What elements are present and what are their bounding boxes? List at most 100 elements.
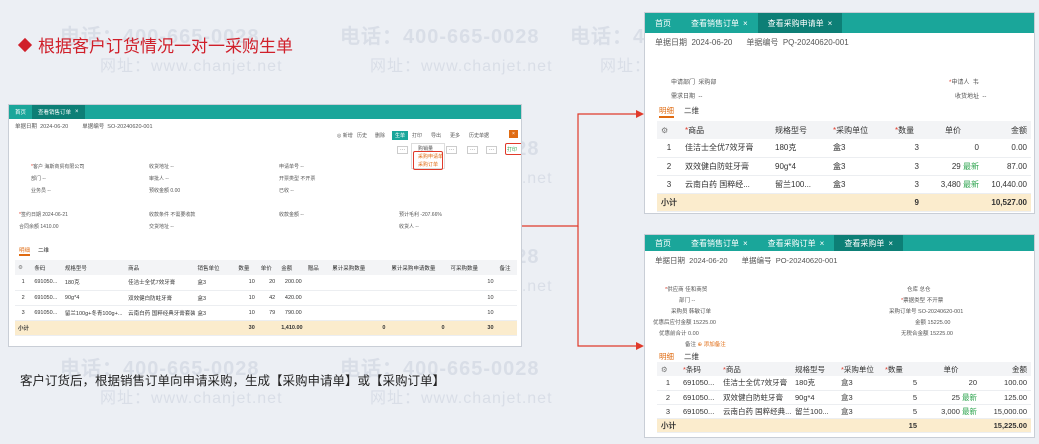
table-row[interactable]: 3 691050... 云南白药 国粹经典... 留兰100... 盒3 5 3… bbox=[657, 404, 1031, 419]
tab-home[interactable]: 首页 bbox=[645, 235, 681, 251]
print-button[interactable]: 打印 bbox=[507, 146, 517, 153]
column-header[interactable]: 条码 bbox=[31, 260, 62, 275]
column-header[interactable]: 单价 bbox=[921, 362, 981, 376]
action-chip[interactable]: ··· bbox=[486, 146, 497, 154]
field-margin: 预计毛利 -207.66% bbox=[399, 211, 442, 218]
field-value: -207.66% bbox=[420, 212, 442, 218]
column-header[interactable]: *数量 bbox=[891, 121, 923, 139]
cell-price: 0 bbox=[974, 143, 979, 153]
tab-2d[interactable]: 二维 bbox=[684, 105, 699, 118]
total-amount: 15,225.00 bbox=[981, 418, 1031, 433]
purchase-request-table: ⚙ *商品 规格型号 *采购单位 *数量 单价 金额 1 佳洁士全优7效牙膏 1… bbox=[657, 121, 1031, 212]
toolbar-delete[interactable]: 删除 bbox=[375, 132, 385, 139]
field-label: 优惠前合计 bbox=[659, 331, 687, 337]
column-header[interactable]: *采购单位 bbox=[837, 362, 881, 376]
column-header[interactable]: *商品 bbox=[719, 362, 791, 376]
column-header[interactable]: 数量 bbox=[235, 260, 258, 275]
tab-detail[interactable]: 明细 bbox=[659, 105, 674, 118]
tab-sales-order[interactable]: 查看销售订单 × bbox=[681, 13, 758, 33]
cell-amount: 0.00 bbox=[983, 139, 1031, 158]
field-label: 收款条件 bbox=[149, 212, 170, 218]
tab-home[interactable]: 首页 bbox=[645, 13, 681, 33]
column-header[interactable]: 累计采购申请数量 bbox=[388, 260, 448, 275]
cell-product: 双效健白防蛀牙膏 bbox=[719, 390, 791, 405]
toolbar-history[interactable]: 历史 bbox=[357, 132, 367, 139]
tab-label: 查看采购申请单 bbox=[767, 18, 824, 28]
tab-home[interactable]: 首页 bbox=[9, 105, 32, 119]
column-header[interactable]: 规格型号 bbox=[791, 362, 837, 376]
table-row[interactable]: 1 691050... 180克 佳洁士全优7效牙膏 盒3 10 20 200.… bbox=[15, 275, 517, 291]
field-value: -- bbox=[170, 224, 174, 230]
column-header[interactable]: 销售单位 bbox=[194, 260, 236, 275]
column-header[interactable]: *数量 bbox=[881, 362, 921, 376]
table-row[interactable]: 1 691050... 佳洁士全优7效牙膏 180克 盒3 5 20 100.0… bbox=[657, 376, 1031, 391]
cell-spec: 留兰100g+冬青100g+... bbox=[61, 305, 126, 321]
column-header[interactable]: 可采购数量 bbox=[447, 260, 497, 275]
action-chip[interactable]: ··· bbox=[467, 146, 478, 154]
tab-purchase-request[interactable]: 查看采购申请单 × bbox=[757, 13, 843, 33]
table-row[interactable]: 2 双效健白防蛀牙膏 90g*4 盒3 3 29 最新 87.00 bbox=[657, 157, 1031, 176]
table-row[interactable]: 2 691050... 90g*4 双效健白防蛀牙膏 盒3 10 42 420.… bbox=[15, 290, 517, 306]
tab-2d[interactable]: 二维 bbox=[38, 246, 49, 256]
toolbar-print[interactable]: 打印 bbox=[412, 132, 422, 139]
close-icon[interactable]: × bbox=[888, 239, 893, 248]
column-header[interactable]: 规格型号 bbox=[61, 260, 126, 275]
tab-purchase-order[interactable]: 查看采购订单 × bbox=[758, 235, 835, 251]
column-header[interactable]: 赠品 bbox=[304, 260, 330, 275]
table-row[interactable]: 3 云南白药 国粹经... 留兰100... 盒3 3 3,480 最新 10,… bbox=[657, 175, 1031, 194]
field-value: 2024-06-21 bbox=[42, 212, 68, 218]
column-header[interactable]: 单价 bbox=[923, 121, 983, 139]
gear-icon[interactable]: ⚙ bbox=[657, 121, 681, 139]
column-header[interactable]: 金额 bbox=[981, 362, 1031, 376]
tab-bar: 首页 查看销售订单 × 查看采购订单 × 查看采购单 × bbox=[645, 235, 1034, 251]
table-row[interactable]: 1 佳洁士全优7效牙膏 180克 盒3 3 0 0.00 bbox=[657, 139, 1031, 158]
purchase-request-table-wrap: ⚙ *商品 规格型号 *采购单位 *数量 单价 金额 1 佳洁士全优7效牙膏 1… bbox=[657, 121, 1031, 212]
tab-purchase-doc[interactable]: 查看采购单 × bbox=[834, 235, 904, 251]
tab-sales-order[interactable]: 查看销售订单 × bbox=[32, 105, 85, 119]
cell-unit: 盒3 bbox=[837, 390, 881, 405]
field-value: 0.00 bbox=[170, 188, 181, 194]
close-icon[interactable]: × bbox=[509, 130, 518, 138]
close-icon[interactable]: × bbox=[75, 109, 79, 115]
action-chip[interactable]: ··· bbox=[446, 146, 457, 154]
toolbar-new[interactable]: ◎ 新增 bbox=[337, 132, 353, 139]
toolbar-export[interactable]: 导出 bbox=[431, 132, 441, 139]
action-chip[interactable]: ··· bbox=[397, 146, 408, 154]
column-header[interactable]: *采购单位 bbox=[829, 121, 891, 139]
column-header[interactable]: *条码 bbox=[679, 362, 719, 376]
column-header[interactable]: 商品 bbox=[125, 260, 195, 275]
close-icon[interactable]: × bbox=[820, 239, 825, 248]
field-label: 供应商 bbox=[667, 287, 684, 293]
column-header[interactable]: 单价 bbox=[257, 260, 279, 275]
table-row[interactable]: 2 691050... 双效健白防蛀牙膏 90g*4 盒3 5 25 最新 12… bbox=[657, 390, 1031, 405]
column-header[interactable]: 金额 bbox=[278, 260, 305, 275]
gear-icon[interactable]: ⚙ bbox=[15, 260, 32, 275]
field-value: 采购部 bbox=[698, 80, 717, 86]
cell-barcode: 691050... bbox=[679, 404, 719, 419]
column-header[interactable]: 金额 bbox=[983, 121, 1031, 139]
column-header[interactable]: 累计采购数量 bbox=[329, 260, 389, 275]
column-header[interactable]: 备注 bbox=[496, 260, 517, 275]
close-icon[interactable]: × bbox=[743, 239, 748, 248]
field-value: -- bbox=[982, 94, 987, 100]
column-header[interactable]: *商品 bbox=[681, 121, 771, 139]
sales-order-table-wrap: ⚙ 条码 规格型号 商品 销售单位 数量 单价 金额 赠品 累计采购数量 累计采… bbox=[15, 260, 517, 336]
add-remark-link[interactable]: ⊕ 添加备注 bbox=[698, 342, 726, 348]
close-icon[interactable]: × bbox=[743, 19, 748, 28]
cell-price: 20 bbox=[968, 378, 977, 388]
toolbar-history-docs[interactable]: 历史单据 bbox=[469, 132, 489, 139]
gear-icon[interactable]: ⚙ bbox=[657, 362, 679, 376]
column-header[interactable]: 规格型号 bbox=[771, 121, 829, 139]
column-label: 数量 bbox=[898, 125, 915, 135]
toolbar-more[interactable]: 更多 bbox=[450, 132, 460, 139]
close-icon[interactable]: × bbox=[828, 19, 833, 28]
field-value: SO-20240620-001 bbox=[918, 309, 964, 315]
tab-detail[interactable]: 明细 bbox=[19, 246, 31, 256]
toolbar-generate[interactable]: 生单 bbox=[392, 131, 409, 140]
field-label: 预收金额 bbox=[149, 188, 170, 194]
tab-sales-order[interactable]: 查看销售订单 × bbox=[681, 235, 758, 251]
table-row[interactable]: 3 691050... 留兰100g+冬青100g+... 云南白药 国粹经典牙… bbox=[15, 305, 517, 321]
field-remark: 备注 ⊕ 添加备注 bbox=[685, 340, 726, 348]
row-index: 2 bbox=[15, 290, 32, 306]
field-value: 15225.00 bbox=[927, 320, 951, 326]
